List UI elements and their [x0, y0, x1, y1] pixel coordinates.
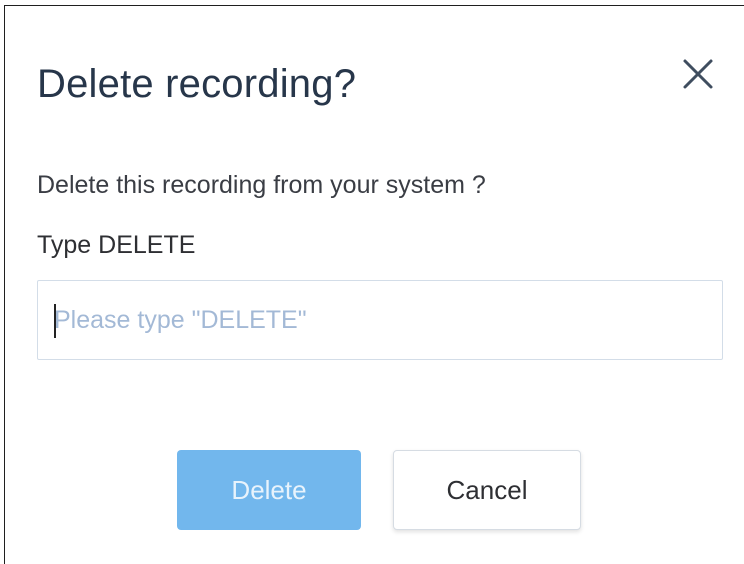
- dialog-message: Delete this recording from your system ?: [37, 171, 486, 199]
- delete-button[interactable]: Delete: [177, 450, 361, 530]
- delete-recording-dialog: Delete recording? Delete this recording …: [4, 5, 744, 564]
- confirm-field-label: Type DELETE: [37, 231, 196, 259]
- dialog-title: Delete recording?: [37, 62, 357, 106]
- cancel-button[interactable]: Cancel: [393, 450, 581, 530]
- close-icon: [683, 59, 713, 89]
- text-caret: [54, 304, 56, 338]
- close-button[interactable]: [678, 54, 718, 94]
- confirm-delete-input[interactable]: [37, 280, 723, 360]
